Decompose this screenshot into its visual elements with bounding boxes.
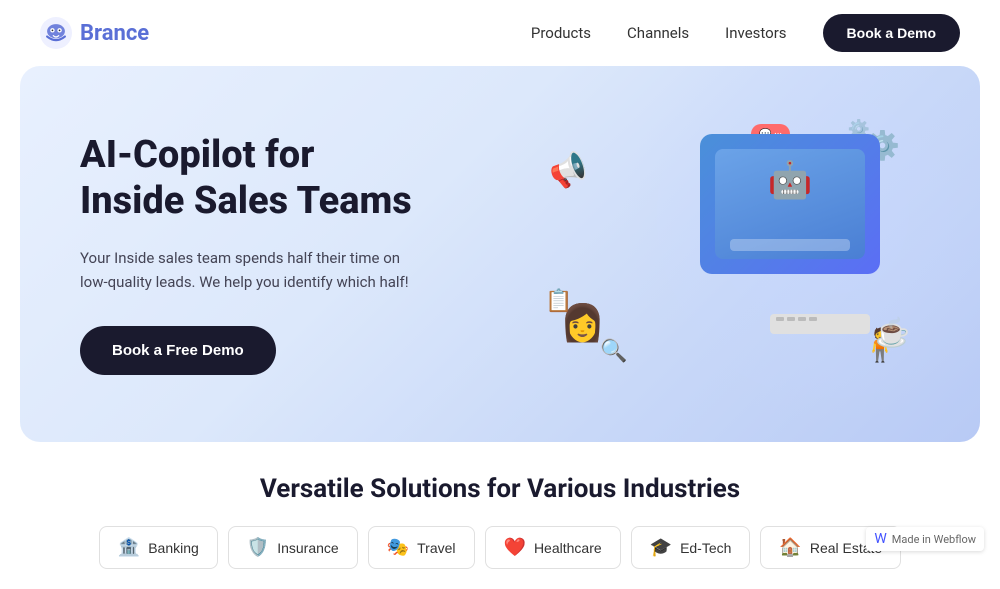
hero-content: AI-Copilot for Inside Sales Teams Your I… xyxy=(80,133,430,375)
insurance-label: Insurance xyxy=(277,540,338,556)
search-person-icon: 🔍 xyxy=(600,339,627,364)
megaphone-icon: 📢 xyxy=(545,149,592,195)
free-demo-button[interactable]: Book a Free Demo xyxy=(80,326,276,375)
realestate-icon: 🏠 xyxy=(779,537,801,558)
healthcare-icon: ❤️ xyxy=(504,537,526,558)
logo[interactable]: Brance xyxy=(40,17,149,49)
hero-illustration: ⚙️ ⚙️ 💬 ··· 🤖 📢 👩 📋 🔍 xyxy=(540,114,920,394)
logo-icon xyxy=(40,17,72,49)
hero-section: AI-Copilot for Inside Sales Teams Your I… xyxy=(20,66,980,442)
edtech-label: Ed-Tech xyxy=(680,540,731,556)
banking-icon: 🏦 xyxy=(118,537,140,558)
healthcare-label: Healthcare xyxy=(534,540,602,556)
industries-title: Versatile Solutions for Various Industri… xyxy=(40,474,960,504)
hero-description: Your Inside sales team spends half their… xyxy=(80,246,430,294)
edtech-icon: 🎓 xyxy=(650,537,672,558)
nav-item-investors[interactable]: Investors xyxy=(725,24,786,42)
travel-label: Travel xyxy=(417,540,455,556)
keyboard-illustration xyxy=(770,314,870,334)
hero-title: AI-Copilot for Inside Sales Teams xyxy=(80,133,430,224)
book-demo-button[interactable]: Book a Demo xyxy=(823,14,960,52)
nav-item-products[interactable]: Products xyxy=(531,24,591,42)
logo-text: Brance xyxy=(80,21,149,46)
coffee-icon: ☕ xyxy=(875,316,910,349)
navbar: Brance Products Channels Investors Book … xyxy=(0,0,1000,66)
nav-item-channels[interactable]: Channels xyxy=(627,24,689,42)
monitor-screen: 🤖 xyxy=(715,149,865,259)
book-icon: 📋 xyxy=(545,289,572,314)
webflow-logo-icon: W xyxy=(874,531,886,547)
monitor-illustration: 🤖 xyxy=(700,134,880,274)
nav-links: Products Channels Investors Book a Demo xyxy=(531,14,960,52)
insurance-icon: 🛡️ xyxy=(247,537,269,558)
bottom-section: Versatile Solutions for Various Industri… xyxy=(0,442,1000,589)
travel-icon: 🎭 xyxy=(387,537,409,558)
webflow-badge-label: Made in Webflow xyxy=(892,533,976,546)
banking-label: Banking xyxy=(148,540,199,556)
webflow-badge: W Made in Webflow xyxy=(866,527,984,551)
